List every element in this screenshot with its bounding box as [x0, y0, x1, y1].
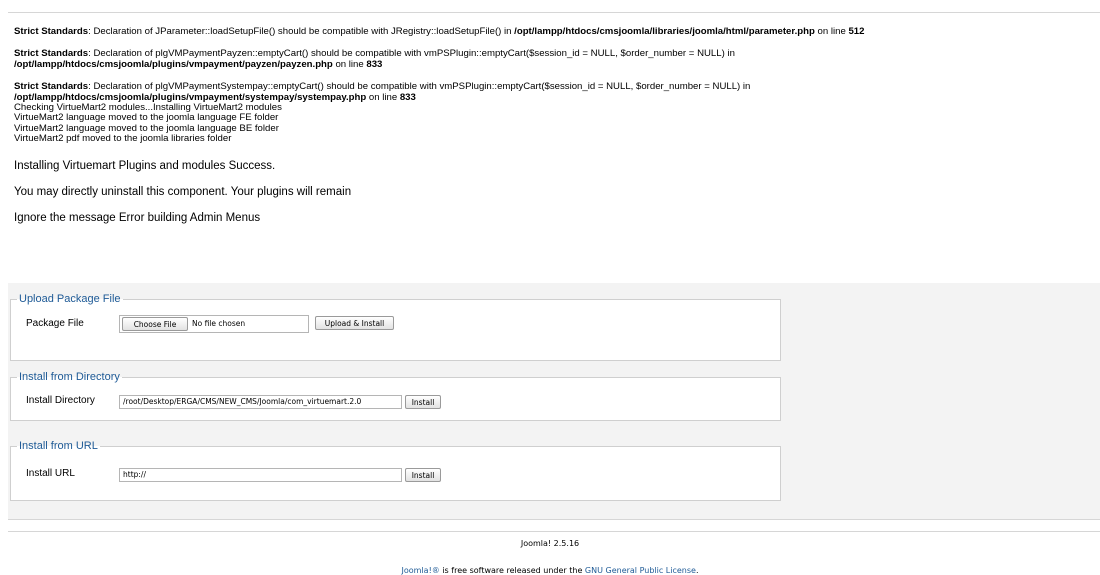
upload-legend: Upload Package File — [19, 293, 121, 305]
success-message: Installing Virtuemart Plugins and module… — [14, 159, 276, 172]
status-lines: Checking VirtueMart2 modules...Installin… — [14, 102, 1094, 145]
warning-path: /opt/lampp/htdocs/cmsjoomla/plugins/vmpa… — [14, 91, 367, 103]
install-directory-label: Install Directory — [26, 395, 95, 406]
install-url-button[interactable]: Install — [405, 468, 441, 482]
url-legend: Install from URL — [19, 440, 98, 452]
install-url-label: Install URL — [26, 468, 75, 479]
warning-line-number: 512 — [848, 26, 865, 37]
footer-divider — [8, 531, 1100, 532]
warning-path: /opt/lampp/htdocs/cmsjoomla/libraries/jo… — [514, 26, 815, 37]
warning-on-line: on line — [332, 58, 367, 70]
footer-version: Joomla! 2.5.16 — [520, 539, 580, 548]
install-directory-fieldset: Install from Directory Install Directory… — [10, 371, 781, 421]
warning-on-line: on line — [814, 26, 849, 37]
warning-line-number: 833 — [366, 58, 383, 70]
install-directory-button[interactable]: Install — [405, 395, 441, 409]
installer-panel: Upload Package File Package File Choose … — [8, 283, 1100, 520]
warning-text: : Declaration of JParameter::loadSetupFi… — [88, 26, 515, 37]
warning-prefix: Strict Standards — [14, 26, 89, 37]
upload-install-button[interactable]: Upload & Install — [315, 316, 394, 330]
directory-legend: Install from Directory — [19, 371, 120, 383]
choose-file-button[interactable]: Choose File — [122, 317, 188, 331]
warning-line-number: 833 — [399, 91, 416, 103]
system-message-panel: Strict Standards: Declaration of JParame… — [8, 12, 1100, 285]
install-url-fieldset: Install from URL Install URL http:// Ins… — [10, 440, 781, 501]
warning-text: : Declaration of plgVMPaymentPayzen::emp… — [88, 48, 735, 60]
install-url-input[interactable]: http:// — [119, 468, 402, 482]
status-line: VirtueMart2 pdf moved to the joomla libr… — [14, 133, 232, 145]
warning-prefix: Strict Standards — [14, 81, 89, 93]
warning-on-line: on line — [366, 91, 400, 103]
install-directory-input[interactable]: /root/Desktop/ERGA/CMS/NEW_CMS/Joomla/co… — [119, 395, 402, 409]
package-file-label: Package File — [26, 318, 84, 329]
warning-prefix: Strict Standards — [14, 48, 89, 60]
warning-path: /opt/lampp/htdocs/cmsjoomla/plugins/vmpa… — [14, 58, 333, 70]
warning-text: : Declaration of plgVMPaymentSystempay::… — [88, 81, 751, 93]
warning-3: Strict Standards: Declaration of plgVMPa… — [14, 82, 1094, 103]
warning-1: Strict Standards: Declaration of JParame… — [14, 26, 1094, 37]
uninstall-note: You may directly uninstall this componen… — [14, 185, 352, 198]
file-status-text: No file chosen — [192, 319, 246, 328]
ignore-note: Ignore the message Error building Admin … — [14, 211, 261, 224]
warning-2: Strict Standards: Declaration of plgVMPa… — [14, 49, 1094, 70]
message-list: Strict Standards: Declaration of JParame… — [14, 26, 1094, 225]
upload-package-fieldset: Upload Package File Package File Choose … — [10, 293, 781, 361]
package-file-input[interactable]: Choose File No file chosen — [119, 315, 309, 333]
